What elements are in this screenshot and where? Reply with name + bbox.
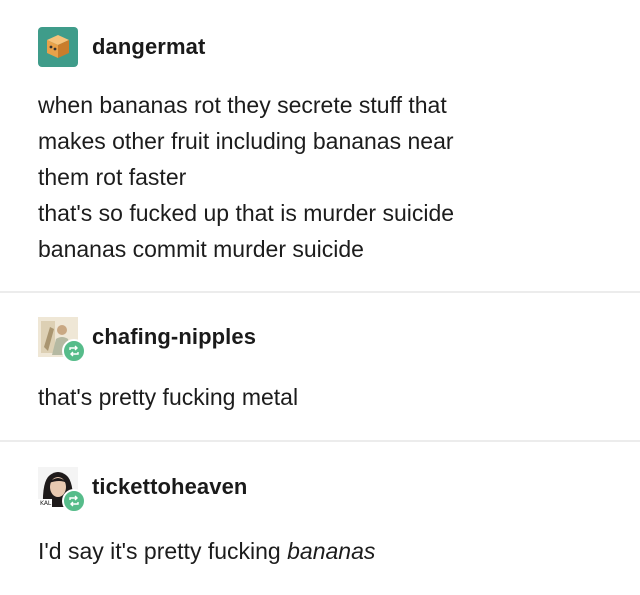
post-text: I'd say it's pretty fucking xyxy=(38,538,288,564)
username[interactable]: tickettoheaven xyxy=(92,474,247,500)
post-chafing-nipples: chafing-nipples that's pretty fucking me… xyxy=(0,293,640,438)
post-body: when bananas rot they secrete stuff that… xyxy=(38,87,454,267)
post-text-italic: bananas xyxy=(287,538,376,564)
box-face-icon[interactable] xyxy=(38,27,78,67)
post-line: makes other fruit including bananas near xyxy=(38,128,454,154)
post-header: chafing-nipples xyxy=(38,317,256,363)
sketch-avatar-icon[interactable] xyxy=(38,317,86,363)
post-body: that's pretty fucking metal xyxy=(38,379,298,415)
svg-text:KAL: KAL xyxy=(40,500,52,507)
username[interactable]: chafing-nipples xyxy=(92,324,256,350)
post-line: that's so fucked up that is murder suici… xyxy=(38,200,455,226)
post-header: KAL tickettoheaven xyxy=(38,467,247,513)
post-line: when bananas rot they secrete stuff that xyxy=(38,92,447,118)
post-body: I'd say it's pretty fucking bananas xyxy=(38,533,375,569)
post-line: I'd say it's pretty fucking bananas xyxy=(38,533,375,569)
post-dangermat: dangermat when bananas rot they secrete … xyxy=(0,0,640,290)
reblog-icon xyxy=(62,489,86,513)
post-tickettoheaven: KAL tickettoheaven I'd say it's pretty f… xyxy=(0,442,640,595)
cartoon-girl-avatar-icon[interactable]: KAL xyxy=(38,467,86,513)
post-header: dangermat xyxy=(38,27,205,67)
post-line: bananas commit murder suicide xyxy=(38,236,364,262)
post-line: them rot faster xyxy=(38,164,187,190)
reblog-icon xyxy=(62,339,86,363)
username[interactable]: dangermat xyxy=(92,34,205,60)
post-line: that's pretty fucking metal xyxy=(38,384,299,410)
